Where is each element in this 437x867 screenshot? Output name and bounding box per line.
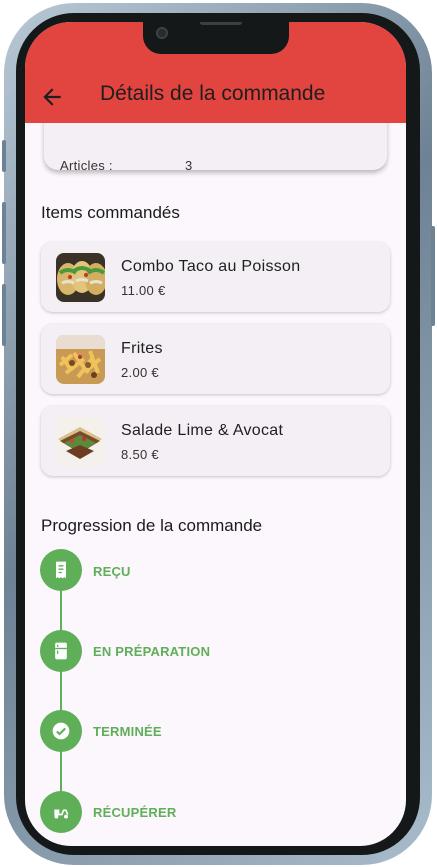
- progress-heading: Progression de la commande: [41, 516, 263, 535]
- app-screen: Détails de la commande Articles : 3 Item…: [25, 22, 406, 846]
- kitchen-icon: [55, 642, 67, 660]
- receipt-icon: [56, 561, 66, 579]
- items-heading: Items commandés: [41, 203, 180, 222]
- page-title: Détails de la commande: [100, 82, 326, 105]
- progress-step-finished: [40, 710, 82, 752]
- item-price: 8.50 €: [121, 447, 159, 462]
- delivery-scooter-icon: [54, 809, 69, 819]
- phone-power-button: [431, 226, 435, 326]
- item-name: Salade Lime & Avocat: [121, 422, 284, 439]
- front-camera: [156, 27, 168, 39]
- progress-step-label: EN PRÉPARATION: [93, 644, 211, 659]
- progress-connector-line: [60, 570, 62, 810]
- item-name: Frites: [121, 340, 163, 357]
- item-price: 2.00 €: [121, 365, 159, 380]
- progress-step-pickup: [40, 791, 82, 833]
- phone-mute-button: [2, 140, 6, 172]
- item-name: Combo Taco au Poisson: [121, 258, 301, 275]
- phone-volume-up-button: [2, 202, 6, 264]
- order-item[interactable]: Frites 2.00 €: [41, 324, 390, 394]
- articles-count: 3: [185, 158, 193, 173]
- arrow-left-icon[interactable]: [39, 84, 65, 110]
- check-circle-icon: [52, 722, 70, 740]
- phone-notch: [143, 22, 289, 54]
- progress-step-label: TERMINÉE: [93, 724, 162, 739]
- order-item[interactable]: Combo Taco au Poisson 11.00 €: [41, 242, 390, 312]
- item-thumbnail-salad: [56, 417, 105, 466]
- progress-step-preparing: [40, 630, 82, 672]
- item-price: 11.00 €: [121, 283, 166, 298]
- item-thumbnail-fish-taco: [56, 253, 105, 302]
- phone-volume-down-button: [2, 284, 6, 346]
- order-item[interactable]: Salade Lime & Avocat 8.50 €: [41, 406, 390, 476]
- progress-step-label: RÉCUPÉRER: [93, 805, 177, 820]
- progress-step-label: REÇU: [93, 564, 131, 579]
- articles-label: Articles :: [60, 158, 113, 173]
- item-thumbnail-fries: [56, 335, 105, 384]
- progress-step-received: [40, 549, 82, 591]
- earpiece-speaker: [200, 22, 242, 25]
